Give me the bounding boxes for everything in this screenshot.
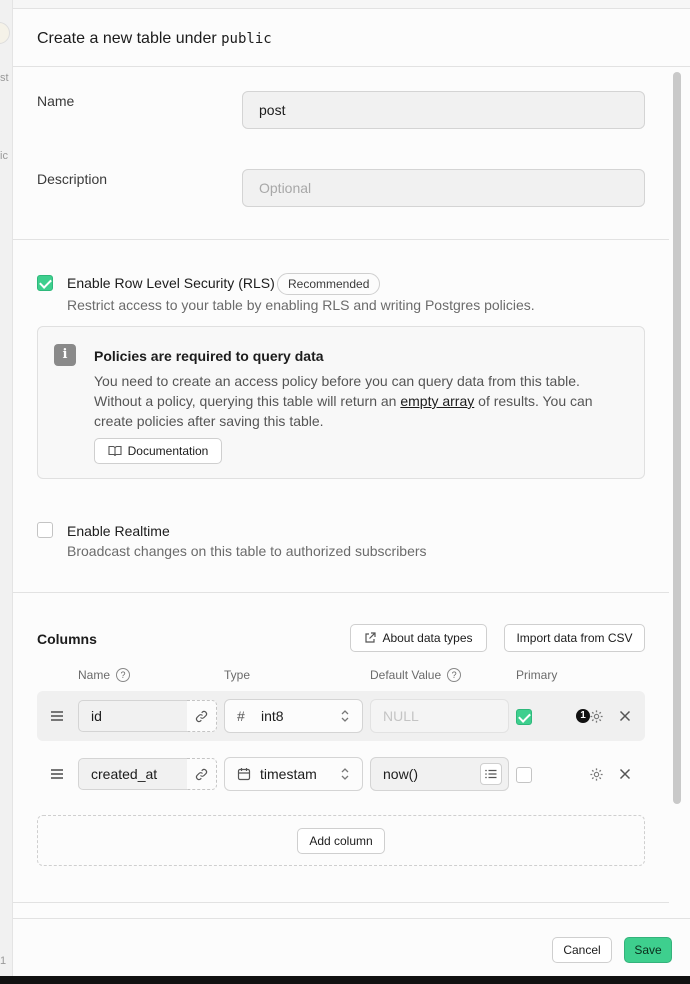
- calendar-icon: [237, 768, 251, 781]
- panel-header: Create a new table under public: [13, 9, 690, 67]
- panel-footer: Cancel Save: [13, 918, 690, 976]
- empty-array-link[interactable]: empty array: [400, 393, 474, 409]
- panel-top-edge: [13, 0, 690, 9]
- column-header-name: Name ?: [78, 668, 131, 682]
- name-label: Name: [37, 93, 75, 109]
- column-type-value: int8: [261, 708, 284, 724]
- chevron-up-down-icon: [341, 768, 349, 780]
- column-header-primary: Primary: [516, 668, 557, 682]
- chevron-up-down-icon: [341, 710, 349, 722]
- divider: [13, 239, 669, 240]
- rls-description: Restrict access to your table by enablin…: [67, 297, 535, 313]
- alert-body: You need to create an access policy befo…: [94, 371, 624, 431]
- divider: [13, 592, 669, 593]
- column-header-type: Type: [224, 668, 250, 682]
- help-icon[interactable]: ?: [447, 668, 462, 682]
- link-icon: [195, 710, 208, 722]
- column-header-name-label: Name: [78, 668, 111, 682]
- schema-name: public: [221, 31, 272, 47]
- default-value-input[interactable]: NULL: [370, 699, 509, 733]
- drag-handle-icon[interactable]: [51, 769, 63, 779]
- gear-icon[interactable]: [587, 765, 605, 783]
- info-icon: i: [54, 344, 76, 366]
- alert-title: Policies are required to query data: [94, 348, 324, 364]
- gear-icon[interactable]: [587, 707, 605, 725]
- default-value-text: now(): [383, 766, 419, 782]
- background-text: ic: [0, 150, 8, 162]
- about-data-types-label: About data types: [382, 631, 473, 645]
- column-header-default: Default Value ?: [370, 668, 462, 682]
- window-bottom-edge: [0, 976, 690, 984]
- divider: [13, 902, 669, 903]
- close-icon[interactable]: [616, 765, 634, 783]
- rls-label: Enable Row Level Security (RLS): [67, 275, 275, 291]
- scrollbar[interactable]: [673, 72, 681, 804]
- background-text: st: [0, 72, 9, 84]
- column-name-input[interactable]: id: [78, 700, 188, 732]
- book-icon: [108, 445, 122, 457]
- background-app: st ic 1: [0, 0, 12, 984]
- column-type-select[interactable]: timestam: [224, 757, 363, 791]
- external-link-icon: [365, 632, 377, 643]
- realtime-checkbox[interactable]: [37, 522, 53, 538]
- panel-title-text: Create a new table under: [37, 30, 217, 47]
- add-column-button[interactable]: Add column: [297, 828, 385, 854]
- cancel-button[interactable]: Cancel: [552, 937, 612, 963]
- documentation-button[interactable]: Documentation: [94, 438, 222, 464]
- drag-handle-icon[interactable]: [51, 711, 63, 721]
- policies-alert: i Policies are required to query data Yo…: [37, 326, 645, 479]
- primary-checkbox[interactable]: [516, 767, 532, 783]
- name-input[interactable]: post: [242, 91, 645, 129]
- columns-title: Columns: [37, 631, 97, 647]
- column-header-primary-label: Primary: [516, 668, 558, 682]
- foreign-key-button[interactable]: [187, 700, 217, 732]
- description-label: Description: [37, 171, 108, 187]
- link-icon: [195, 768, 208, 780]
- column-header-type-label: Type: [224, 668, 251, 682]
- import-csv-button[interactable]: Import data from CSV: [504, 624, 645, 652]
- close-icon[interactable]: [616, 707, 634, 725]
- default-value-menu-button[interactable]: [480, 763, 502, 785]
- recommended-badge: Recommended: [277, 273, 381, 295]
- panel-title: Create a new table under public: [37, 30, 272, 48]
- realtime-description: Broadcast changes on this table to autho…: [67, 543, 427, 559]
- about-data-types-button[interactable]: About data types: [350, 624, 487, 652]
- column-header-default-label: Default Value: [370, 668, 442, 682]
- column-name-input[interactable]: created_at: [78, 758, 188, 790]
- description-input[interactable]: Optional: [242, 169, 645, 207]
- primary-checkbox[interactable]: [516, 709, 532, 725]
- help-icon[interactable]: ?: [116, 668, 131, 682]
- rls-checkbox[interactable]: [37, 275, 53, 291]
- column-type-value: timestam: [260, 766, 317, 782]
- background-avatar: [0, 22, 10, 44]
- realtime-label: Enable Realtime: [67, 523, 170, 539]
- hash-icon: #: [237, 708, 245, 724]
- list-icon: [485, 769, 497, 779]
- background-text: 1: [0, 955, 7, 967]
- foreign-key-button[interactable]: [187, 758, 217, 790]
- column-type-select[interactable]: # int8: [224, 699, 363, 733]
- create-table-panel: Create a new table under public Name pos…: [12, 0, 690, 976]
- documentation-button-label: Documentation: [127, 444, 209, 458]
- save-button[interactable]: Save: [624, 937, 672, 963]
